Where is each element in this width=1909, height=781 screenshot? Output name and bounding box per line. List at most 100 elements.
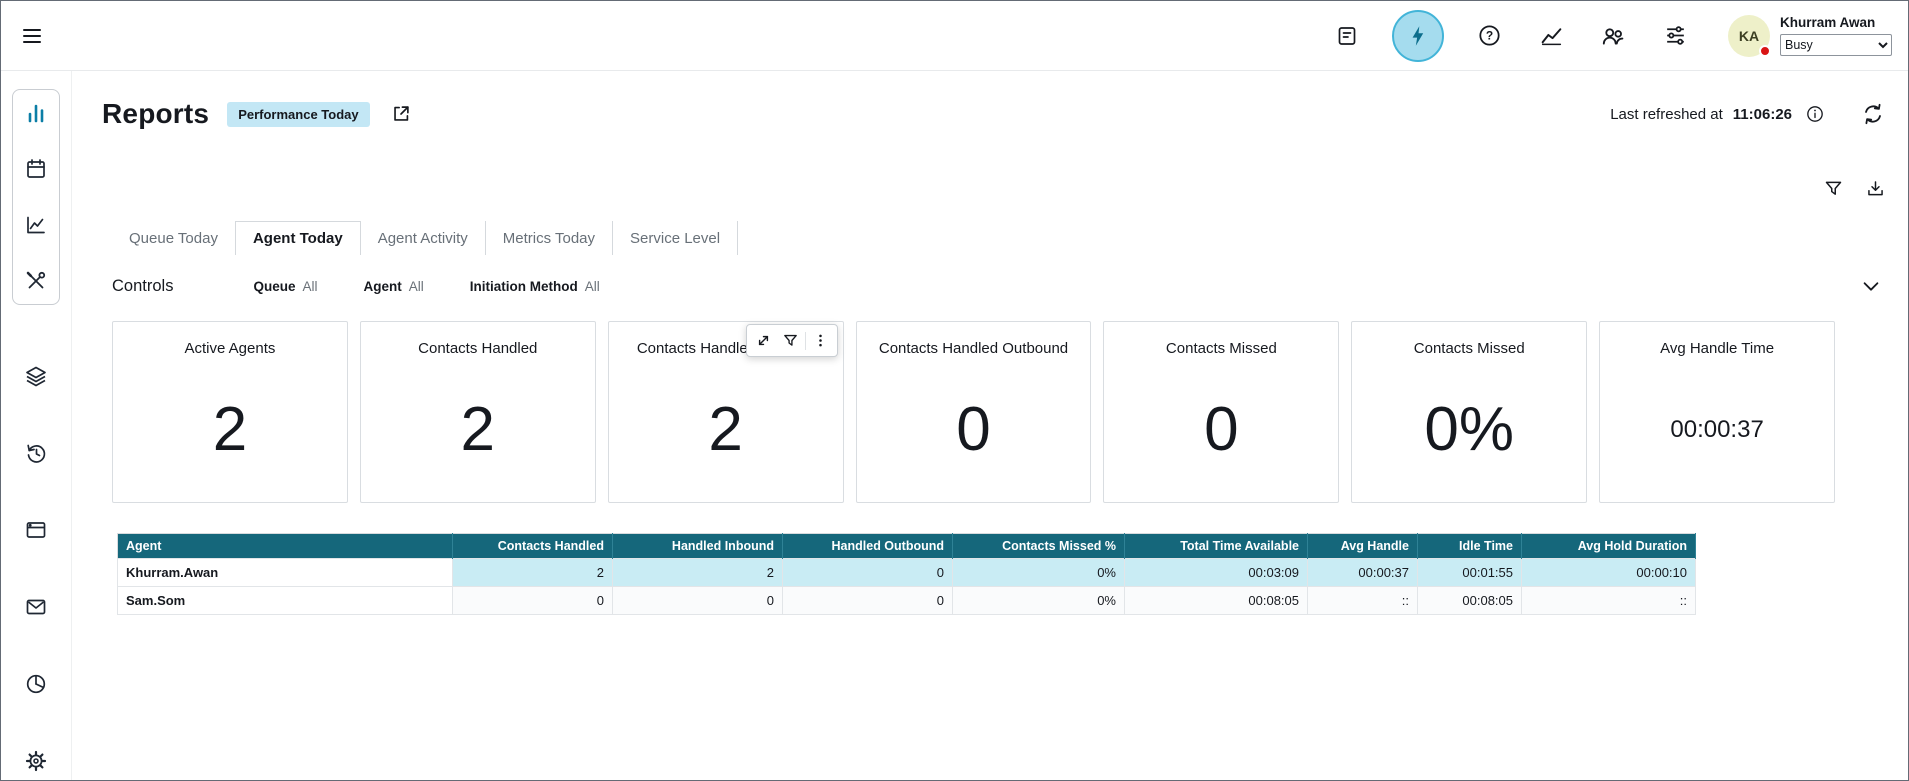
mail-icon[interactable] (22, 594, 50, 620)
sidebar (1, 71, 72, 780)
table-cell: 00:00:10 (1522, 559, 1696, 587)
expand-icon[interactable] (751, 328, 776, 353)
card-contacts-handled: Contacts Handled 2 (360, 321, 596, 503)
toolbar-divider (805, 332, 806, 350)
table-header-contacts-missed-pct[interactable]: Contacts Missed % (953, 534, 1125, 559)
table-cell: 0 (453, 587, 613, 615)
table-header-idle-time[interactable]: Idle Time (1418, 534, 1522, 559)
table-row[interactable]: Khurram.Awan 2 2 0 0% 00:03:09 00:00:37 … (118, 559, 1696, 587)
download-icon[interactable] (1862, 175, 1888, 201)
table-header-row: Agent Contacts Handled Handled Inbound H… (118, 534, 1696, 559)
kebab-icon[interactable] (808, 328, 833, 353)
metric-cards: Active Agents 2 Contacts Handled 2 Conta… (112, 321, 1835, 503)
card-avg-handle-time: Avg Handle Time 00:00:37 (1599, 321, 1835, 503)
report-tabs: Queue Today Agent Today Agent Activity M… (112, 221, 1890, 255)
lightning-icon[interactable] (1392, 10, 1444, 62)
widget-hover-toolbar (746, 324, 838, 357)
table-header-total-time-available[interactable]: Total Time Available (1125, 534, 1308, 559)
avatar[interactable]: KA (1728, 15, 1770, 57)
table-header-agent[interactable]: Agent (118, 534, 453, 559)
tab-service-level[interactable]: Service Level (613, 221, 738, 255)
table-cell-agent: Khurram.Awan (118, 559, 453, 587)
controls-row: Controls QueueAll AgentAll Initiation Me… (112, 267, 1888, 305)
table-cell: 00:08:05 (1125, 587, 1308, 615)
user-name: Khurram Awan (1780, 15, 1875, 30)
status-select[interactable]: Busy (1780, 34, 1892, 56)
metric-value: 2 (213, 399, 247, 461)
table-cell: 00:01:55 (1418, 559, 1522, 587)
page-title: Reports (102, 98, 209, 130)
table-header-handled-outbound[interactable]: Handled Outbound (783, 534, 953, 559)
history-icon[interactable] (22, 440, 50, 466)
layers-icon[interactable] (22, 363, 50, 389)
card-contacts-handled-outbound: Contacts Handled Outbound 0 (856, 321, 1092, 503)
refresh-info: Last refreshed at 11:06:26 (1610, 97, 1890, 131)
widget-funnel-icon[interactable] (778, 328, 803, 353)
table-cell: 00:03:09 (1125, 559, 1308, 587)
table-cell: 00:08:05 (1418, 587, 1522, 615)
metric-value: 0% (1424, 399, 1514, 461)
table-cell: :: (1522, 587, 1696, 615)
refresh-icon[interactable] (1856, 97, 1890, 131)
funnel-icon[interactable] (1820, 175, 1846, 201)
user-info: Khurram Awan Busy (1780, 15, 1892, 56)
info-icon[interactable] (1802, 101, 1828, 127)
table-cell: :: (1308, 587, 1418, 615)
report-badge: Performance Today (227, 102, 369, 127)
table-cell: 00:00:37 (1308, 559, 1418, 587)
last-refreshed-label: Last refreshed at (1610, 106, 1723, 123)
sliders-icon[interactable] (1658, 19, 1692, 53)
page-header: Reports Performance Today Last refreshed… (102, 97, 1890, 131)
filter-queue[interactable]: QueueAll (253, 279, 317, 294)
table-cell: 2 (453, 559, 613, 587)
calendar-icon[interactable] (22, 156, 50, 182)
pie-chart-icon[interactable] (22, 671, 50, 697)
tab-agent-activity[interactable]: Agent Activity (361, 221, 486, 255)
external-link-icon[interactable] (384, 97, 418, 131)
metrics-icon[interactable] (1534, 19, 1568, 53)
metric-value: 2 (708, 399, 742, 461)
chevron-down-icon[interactable] (1854, 269, 1888, 303)
tab-agent-today[interactable]: Agent Today (235, 221, 361, 255)
table-cell: 2 (613, 559, 783, 587)
svg-text:?: ? (1485, 29, 1492, 43)
table-header-contacts-handled[interactable]: Contacts Handled (453, 534, 613, 559)
table-cell-agent: Sam.Som (118, 587, 453, 615)
card-contacts-handled-inbound: Contacts Handled Inbound 2 (608, 321, 844, 503)
card-active-agents: Active Agents 2 (112, 321, 348, 503)
metric-value: 0 (1204, 399, 1238, 461)
table-header-avg-hold-duration[interactable]: Avg Hold Duration (1522, 534, 1696, 559)
table-header-avg-handle[interactable]: Avg Handle (1308, 534, 1418, 559)
topbar-icon-cluster: ? (1330, 10, 1692, 62)
metric-value: 0 (956, 399, 990, 461)
last-refreshed-time: 11:06:26 (1733, 106, 1792, 123)
table-header-handled-inbound[interactable]: Handled Inbound (613, 534, 783, 559)
table-cell: 0 (613, 587, 783, 615)
main-content: Reports Performance Today Last refreshed… (72, 71, 1908, 780)
users-icon[interactable] (1596, 19, 1630, 53)
status-dot (1759, 45, 1771, 57)
metric-value: 2 (461, 399, 495, 461)
agent-table: Agent Contacts Handled Handled Inbound H… (117, 533, 1696, 615)
bar-chart-icon[interactable] (22, 100, 50, 126)
table-cell: 0 (783, 587, 953, 615)
report-toolbar (102, 175, 1890, 201)
tab-metrics-today[interactable]: Metrics Today (486, 221, 613, 255)
filter-agent[interactable]: AgentAll (363, 279, 423, 294)
tab-queue-today[interactable]: Queue Today (112, 221, 236, 255)
notepad-icon[interactable] (1330, 19, 1364, 53)
table-cell: 0 (783, 559, 953, 587)
filter-initiation-method[interactable]: Initiation MethodAll (470, 279, 600, 294)
tools-icon[interactable] (22, 268, 50, 294)
top-bar: ? KA Khurram Awan Busy (1, 1, 1908, 71)
app-window: ? KA Khurram Awan Busy (0, 0, 1909, 781)
hamburger-icon[interactable] (15, 19, 49, 53)
gear-icon[interactable] (22, 748, 50, 774)
line-chart-icon[interactable] (22, 212, 50, 238)
help-icon[interactable]: ? (1472, 19, 1506, 53)
window-icon[interactable] (22, 517, 50, 543)
filters: QueueAll AgentAll Initiation MethodAll (253, 279, 599, 294)
table-row[interactable]: Sam.Som 0 0 0 0% 00:08:05 :: 00:08:05 :: (118, 587, 1696, 615)
controls-title: Controls (112, 277, 173, 296)
table-cell: 0% (953, 587, 1125, 615)
